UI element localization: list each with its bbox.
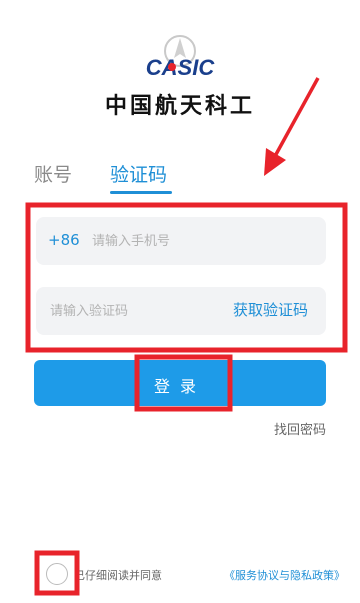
brand-name: 中国航天科工 (104, 94, 255, 119)
tab-verification-code[interactable]: 验证码 (110, 160, 167, 187)
casic-logo: CASIC (146, 35, 216, 80)
phone-input[interactable] (92, 231, 312, 251)
agreement-row: 已仔细阅读并同意 《服务协议与隐私政策》 (46, 563, 346, 587)
logo-text: CASIC (146, 55, 216, 80)
get-code-button[interactable]: 获取验证码 (233, 299, 308, 320)
login-tabs: 账号 验证码 (34, 160, 234, 196)
forgot-password-link[interactable]: 找回密码 (274, 419, 326, 438)
tab-account[interactable]: 账号 (34, 160, 72, 187)
agreement-checkbox[interactable] (46, 563, 68, 585)
logo-dot-icon (168, 63, 176, 71)
agreement-link[interactable]: 《服务协议与隐私政策》 (224, 567, 345, 583)
phone-field: +86 (36, 217, 326, 265)
country-code-prefix[interactable]: +86 (48, 231, 80, 249)
agreement-text: 已仔细阅读并同意 (74, 569, 162, 582)
login-label: 登录 (153, 377, 206, 396)
login-button[interactable]: 登录 (34, 360, 326, 406)
verification-code-field: 获取验证码 (36, 287, 326, 335)
verification-code-input[interactable] (50, 301, 210, 321)
active-tab-indicator (110, 191, 172, 194)
